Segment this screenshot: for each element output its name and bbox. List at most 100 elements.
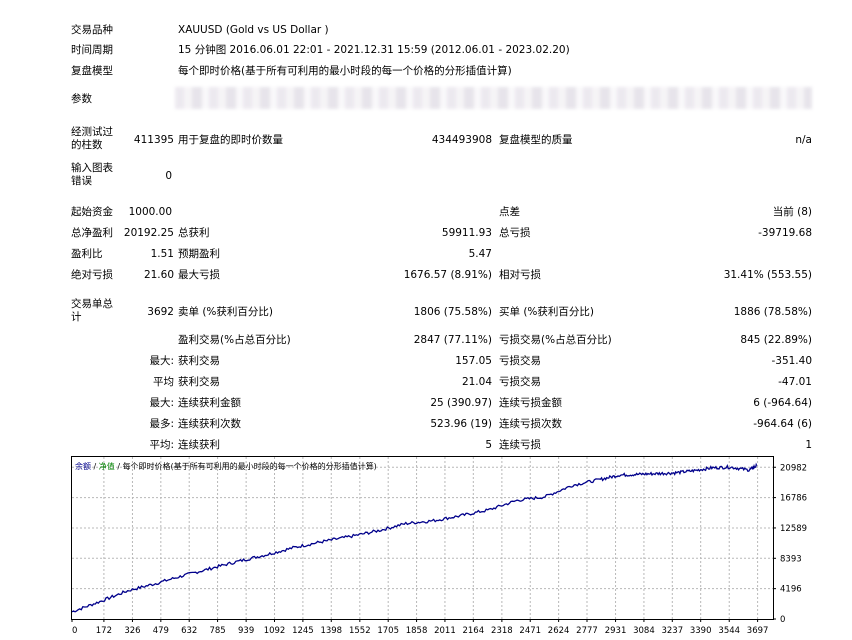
avg-profit-value: 21.04 [461,376,492,388]
rel-dd-value: 31.41% (553.55) [723,269,812,281]
maximal-wins-value: 523.96 (19) [430,418,492,430]
x-tick-label: 1398 [320,626,342,636]
largest-label: 最大: [149,355,174,367]
x-tick-label: 1245 [292,626,314,636]
avg-profit-label: 获利交易 [178,376,220,388]
short-value: 1806 (75.58%) [413,306,492,318]
pf-value: 1.51 [150,248,174,260]
x-tick-label: 3237 [661,626,683,636]
largest-profit-label: 获利交易 [178,355,220,367]
x-tick-label: 939 [238,626,254,636]
avg-cons-wins-value: 5 [485,439,492,451]
x-tick-label: 479 [153,626,169,636]
symbol-value: XAUUSD (Gold vs US Dollar ) [178,24,329,36]
errors-value: 0 [165,170,172,182]
abs-dd-label: 绝对亏损 [71,269,113,281]
rel-dd-label: 相对亏损 [499,269,541,281]
avg-cons-losses-label: 连续亏损 [499,439,541,451]
max-cons-wins-label: 连续获利金额 [178,397,241,409]
y-tick-label: 16786 [780,494,807,504]
spread-label: 点差 [499,206,520,218]
x-tick-label: 1858 [406,626,428,636]
symbol-label: 交易品种 [71,24,113,36]
x-tick-label: 2931 [605,626,627,636]
loss-trades-value: 845 (22.89%) [740,334,812,346]
max-cons-wins-value: 25 (390.97) [430,397,492,409]
maximal-label: 最多: [149,418,174,430]
avg-cons-label: 平均: [149,439,174,451]
legend-separator-2: / [115,462,123,471]
x-tick-label: 2318 [491,626,513,636]
maximal-losses-label: 连续亏损次数 [499,418,562,430]
model-value: 每个即时价格(基于所有可利用的最小时段的每一个价格的分形插值计算) [178,65,512,77]
gross-loss-value: -39719.68 [758,227,812,239]
x-tick-label: 3544 [718,626,740,636]
y-axis: 0 4196 8393 12589 16786 20982 [773,463,807,625]
gross-profit-value: 59911.93 [441,227,492,239]
y-tick-label: 20982 [780,463,807,473]
y-tick-label: 0 [780,615,785,625]
x-tick-label: 2011 [434,626,456,636]
x-tick-label: 172 [96,626,112,636]
largest-loss-label: 亏损交易 [499,355,541,367]
largest-profit-value: 157.05 [455,355,492,367]
max-dd-label: 最大亏损 [178,269,220,281]
long-value: 1886 (78.58%) [733,306,812,318]
period-value: 15 分钟图 2016.06.01 22:01 - 2021.12.31 15:… [178,44,570,56]
bars-value: 411395 [133,134,174,146]
quality-value: n/a [795,134,812,146]
chart-frame [71,456,774,620]
period-label: 时间周期 [71,44,113,56]
largest-loss-value: -351.40 [771,355,812,367]
x-tick-label: 1092 [264,626,286,636]
net-label: 总净盈利 [71,227,113,239]
ticks-value: 434493908 [431,134,492,146]
max-dd-value: 1676.57 (8.91%) [403,269,492,281]
ticks-label: 用于复盘的即时价数量 [178,134,283,146]
x-tick-label: 2777 [576,626,598,636]
x-axis: 0 172 326 479 632 785 939 1092 1245 1398 1552 1705 1… [71,619,769,636]
gross-profit-label: 总获利 [178,227,210,239]
avg-loss-value: -47.01 [778,376,812,388]
profit-trades-label: 盈利交易(%占总百分比) [178,334,291,346]
x-tick-label: 326 [124,626,140,636]
y-tick-label: 8393 [780,554,802,564]
average-label: 平均 [153,376,174,388]
x-tick-label: 3084 [633,626,655,636]
legend-equity: 净值 [99,461,115,471]
svg-text:余额 / 净值 / 每个即时价格(基于所有可利用的最小时段的: 余额 / 净值 / 每个即时价格(基于所有可利用的最小时段的每一个价格的分形插值… [75,461,377,471]
x-tick-label: 2624 [548,626,570,636]
x-tick-label: 0 [72,626,77,636]
spread-value: 当前 (8) [772,206,812,218]
short-label: 卖单 (%获利百分比) [178,306,274,318]
errors-label: 输入图表错误 [71,162,113,187]
x-tick-label: 632 [181,626,197,636]
profit-trades-value: 2847 (77.11%) [413,334,492,346]
model-label: 复盘模型 [71,65,113,77]
legend-separator-1: / [91,462,99,471]
deposit-value: 1000.00 [128,206,172,218]
loss-trades-label: 亏损交易(%占总百分比) [499,334,612,346]
pf-label: 盈利比 [71,248,103,260]
avg-loss-label: 亏损交易 [499,376,541,388]
x-tick-label: 2471 [519,626,541,636]
avg-cons-wins-label: 连续获利 [178,439,220,451]
max-cons-losses-label: 连续亏损金额 [499,397,562,409]
net-value: 20192.25 [123,227,174,239]
avg-cons-losses-value: 1 [805,439,812,451]
abs-dd-value: 21.60 [143,269,174,281]
deposit-label: 起始资金 [71,206,113,218]
expected-label: 预期盈利 [178,248,220,260]
gross-loss-label: 总亏损 [499,227,531,239]
y-tick-label: 4196 [780,585,802,595]
x-tick-label: 3390 [690,626,712,636]
balance-chart: 0 172 326 479 632 785 939 1092 1245 1398 1552 1705 1… [71,456,807,636]
legend-model: 每个即时价格(基于所有可利用的最小时段的每一个价格的分形插值计算) [123,461,377,471]
bars-label: 经测试过的柱数 [71,126,113,151]
y-tick-label: 12589 [780,524,807,534]
expected-value: 5.47 [468,248,492,260]
x-tick-label: 785 [209,626,225,636]
x-tick-label: 1705 [377,626,399,636]
x-tick-label: 3697 [747,626,769,636]
quality-label: 复盘模型的质量 [499,134,573,146]
